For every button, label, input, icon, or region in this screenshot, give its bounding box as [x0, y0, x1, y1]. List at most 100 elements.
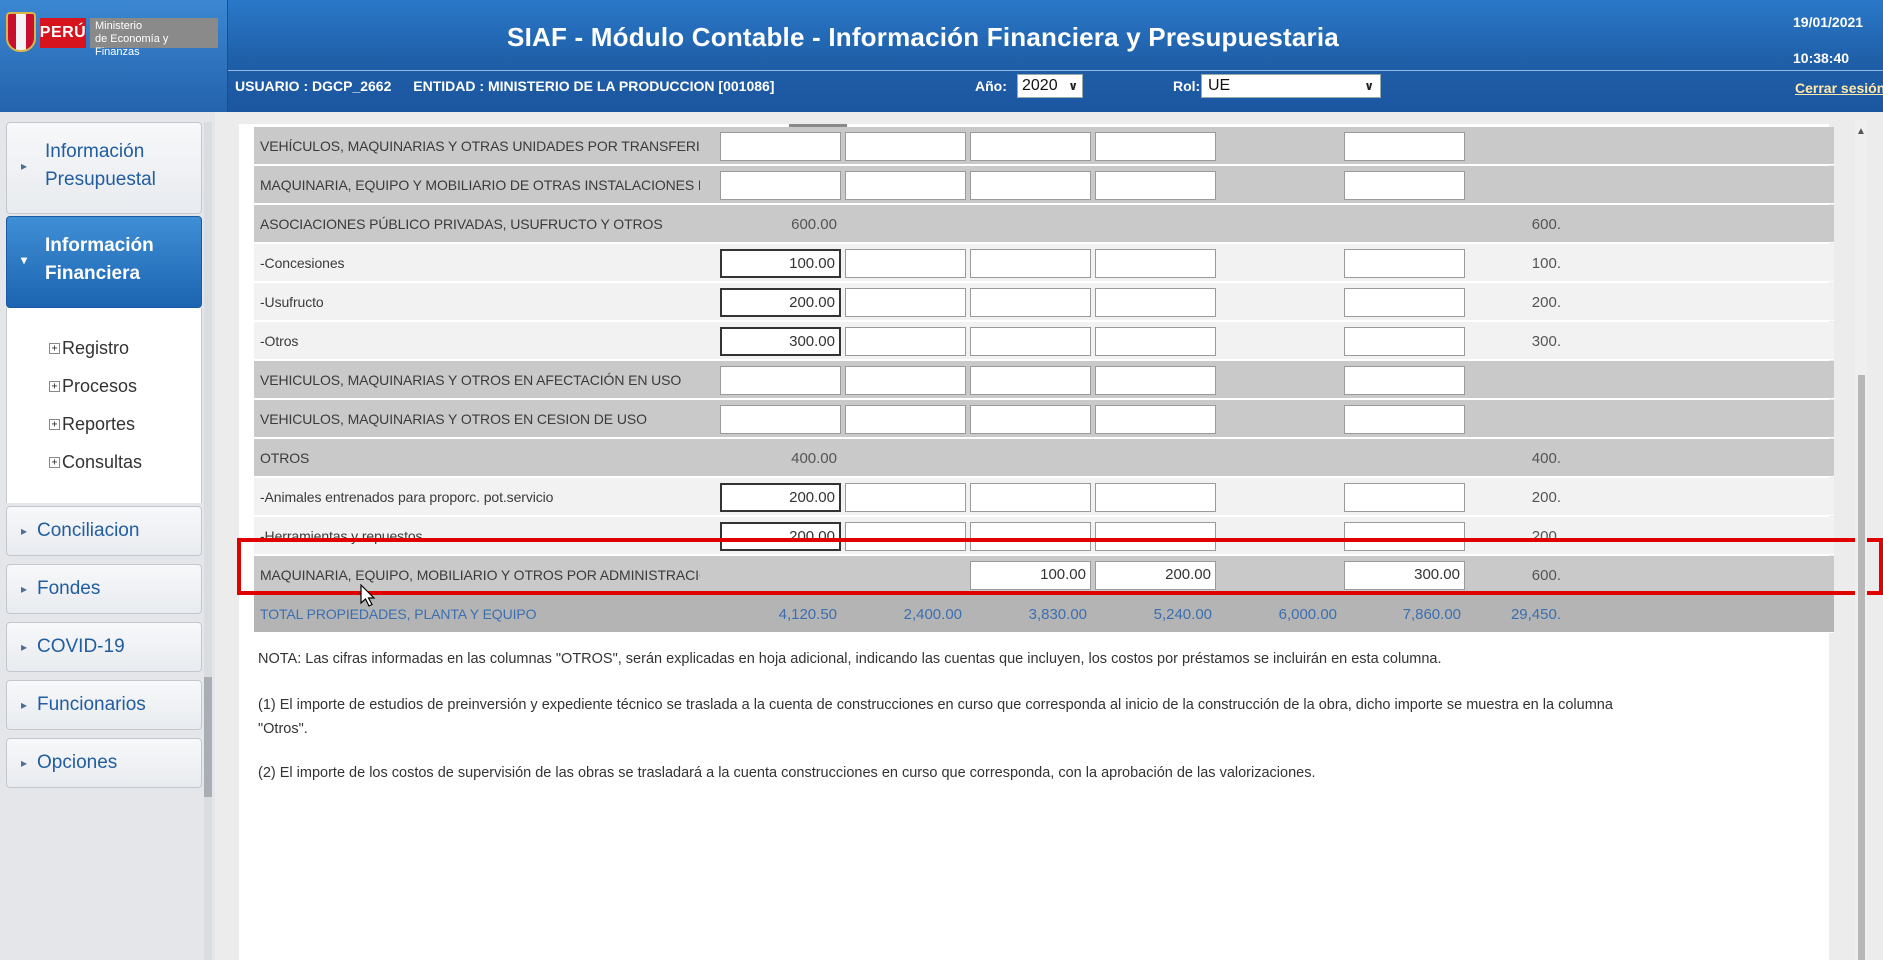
- user-info: USUARIO : DGCP_2662 ENTIDAD : MINISTERIO…: [235, 78, 792, 94]
- cell-value: 300.: [1531, 332, 1561, 350]
- cell-value: 400.00: [791, 449, 837, 467]
- amount-input[interactable]: [1344, 366, 1465, 395]
- highlight-box: [237, 538, 1883, 595]
- chevron-right-icon: ▸: [21, 159, 28, 173]
- amount-input[interactable]: [1344, 132, 1465, 161]
- submenu-item-registro[interactable]: + Registro: [49, 338, 129, 359]
- main-scrollbar-thumb[interactable]: [1858, 375, 1865, 960]
- amount-input[interactable]: [845, 483, 966, 512]
- amount-input[interactable]: [970, 366, 1091, 395]
- row-label: ASOCIACIONES PÚBLICO PRIVADAS, USUFRUCTO…: [260, 216, 663, 232]
- amount-input[interactable]: [845, 366, 966, 395]
- table-row: OTROS 400.00 400.: [254, 439, 1834, 477]
- amount-input[interactable]: [1095, 366, 1216, 395]
- cell-value: 4,120.50: [778, 605, 837, 623]
- amount-input[interactable]: [970, 249, 1091, 278]
- sidebar-scrollbar[interactable]: [204, 122, 212, 960]
- current-time: 10:38:40: [1793, 50, 1850, 66]
- rol-label: Rol:: [1173, 78, 1201, 94]
- sidebar-item-informacion-financiera[interactable]: ▾ Información Financiera: [6, 216, 202, 308]
- app-title: SIAF - Módulo Contable - Información Fin…: [507, 22, 1339, 52]
- cell-value: 100.: [1531, 254, 1561, 272]
- table-row: -Animales entrenados para proporc. pot.s…: [254, 478, 1834, 516]
- sidebar-item-informacion-presupuestal[interactable]: ▸ Información Presupuestal: [6, 122, 202, 214]
- expand-plus-icon: +: [49, 343, 60, 354]
- amount-input[interactable]: [1095, 327, 1216, 356]
- amount-input[interactable]: [1344, 288, 1465, 317]
- amount-input[interactable]: [720, 366, 841, 395]
- table-total-row: TOTAL PROPIEDADES, PLANTA Y EQUIPO 4,120.…: [254, 595, 1834, 633]
- sidebar-item-label: Conciliacion: [37, 520, 140, 541]
- mouse-cursor-icon: [360, 584, 376, 607]
- amount-input[interactable]: [845, 249, 966, 278]
- cell-value: 200.: [1531, 488, 1561, 506]
- table-row: MAQUINARIA, EQUIPO Y MOBILIARIO DE OTRAS…: [254, 166, 1834, 204]
- row-label: MAQUINARIA, EQUIPO Y MOBILIARIO DE OTRAS…: [260, 177, 700, 193]
- row-label: -Animales entrenados para proporc. pot.s…: [260, 489, 554, 505]
- sidebar-item-label-line2: Financiera: [45, 263, 141, 284]
- sidebar-item-fondes[interactable]: ▸ Fondes: [6, 564, 202, 614]
- title-divider: [228, 70, 1883, 71]
- amount-input[interactable]: [1344, 171, 1465, 200]
- row-label: -Usufructo: [260, 294, 324, 310]
- cell-value: 3,830.00: [1028, 605, 1087, 623]
- rol-select[interactable]: UE ∨: [1201, 74, 1381, 98]
- sidebar-item-conciliacion[interactable]: ▸ Conciliacion: [6, 506, 202, 556]
- submenu-item-consultas[interactable]: + Consultas: [49, 452, 142, 473]
- chevron-right-icon: ▸: [21, 756, 28, 770]
- amount-input[interactable]: [970, 288, 1091, 317]
- year-select[interactable]: 2020 ∨: [1017, 74, 1083, 98]
- amount-input[interactable]: [720, 132, 841, 161]
- amount-input[interactable]: [845, 132, 966, 161]
- amount-input[interactable]: 200.00: [720, 483, 841, 512]
- sidebar: ▸ Información Presupuestal ▾ Información…: [0, 112, 215, 960]
- sidebar-scrollbar-thumb[interactable]: [204, 677, 212, 797]
- submenu-item-procesos[interactable]: + Procesos: [49, 376, 137, 397]
- amount-input[interactable]: [720, 405, 841, 434]
- sidebar-item-opciones[interactable]: ▸ Opciones: [6, 738, 202, 788]
- amount-input[interactable]: [970, 132, 1091, 161]
- logo-area: PERÚ Ministerio de Economía y Finanzas: [0, 0, 228, 112]
- amount-input[interactable]: [1095, 405, 1216, 434]
- amount-input[interactable]: [1095, 483, 1216, 512]
- amount-input[interactable]: [970, 327, 1091, 356]
- submenu-informacion-financiera: + Registro + Procesos + Reportes + Consu…: [6, 308, 202, 503]
- amount-input[interactable]: [845, 288, 966, 317]
- cell-value: 600.00: [791, 215, 837, 233]
- cell-value: 600.: [1531, 215, 1561, 233]
- sidebar-item-funcionarios[interactable]: ▸ Funcionarios: [6, 680, 202, 730]
- amount-input[interactable]: [1095, 288, 1216, 317]
- amount-input[interactable]: 100.00: [720, 249, 841, 278]
- amount-input[interactable]: [970, 171, 1091, 200]
- ministry-line2: de Economía y Finanzas: [95, 33, 169, 58]
- amount-input[interactable]: [1095, 132, 1216, 161]
- amount-input[interactable]: [1095, 171, 1216, 200]
- note-2: (2) El importe de los costos de supervis…: [258, 765, 1316, 781]
- scroll-up-arrow-icon[interactable]: ▲: [1856, 126, 1866, 137]
- amount-input[interactable]: 200.00: [720, 288, 841, 317]
- amount-input[interactable]: 300.00: [720, 327, 841, 356]
- chevron-right-icon: ▸: [21, 524, 28, 538]
- ministry-logo-text: Ministerio de Economía y Finanzas: [90, 18, 218, 58]
- amount-input[interactable]: [970, 483, 1091, 512]
- amount-input[interactable]: [1344, 405, 1465, 434]
- amount-input[interactable]: [970, 405, 1091, 434]
- submenu-item-reportes[interactable]: + Reportes: [49, 414, 135, 435]
- sidebar-item-label: COVID-19: [37, 636, 125, 657]
- amount-input[interactable]: [1344, 483, 1465, 512]
- row-label: -Concesiones: [260, 255, 345, 271]
- amount-input[interactable]: [1344, 249, 1465, 278]
- rol-value: UE: [1208, 77, 1231, 94]
- amount-input[interactable]: [720, 171, 841, 200]
- amount-input[interactable]: [1344, 327, 1465, 356]
- sidebar-item-covid19[interactable]: ▸ COVID-19: [6, 622, 202, 672]
- logout-link[interactable]: Cerrar sesión: [1795, 80, 1883, 96]
- cell-value: 5,240.00: [1153, 605, 1212, 623]
- amount-input[interactable]: [1095, 249, 1216, 278]
- amount-input[interactable]: [845, 327, 966, 356]
- row-label: OTROS: [260, 450, 310, 466]
- amount-input[interactable]: [845, 405, 966, 434]
- peru-crest-icon: [6, 12, 36, 52]
- amount-input[interactable]: [845, 171, 966, 200]
- current-date: 19/01/2021: [1793, 14, 1864, 30]
